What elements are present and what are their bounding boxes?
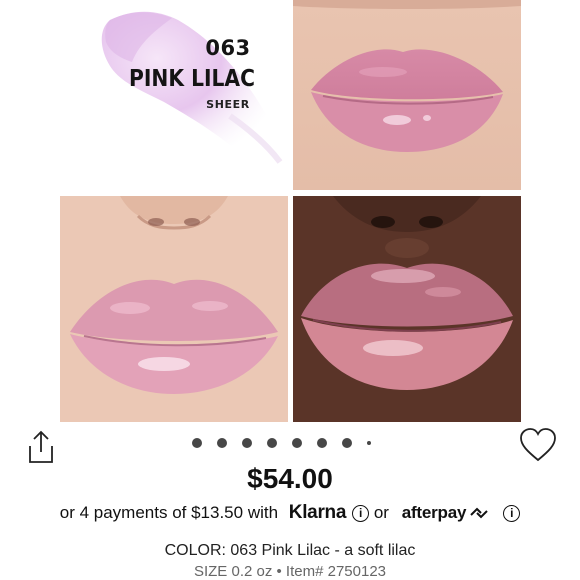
klarna-info-icon[interactable]: i (352, 504, 370, 522)
carousel-dot[interactable] (192, 438, 202, 448)
size-item-number: SIZE 0.2 oz • Item# 2750123 (193, 563, 387, 580)
shade-code: 063 (205, 36, 251, 60)
shade-swatch-panel: 063 PINK LILAC SHEER (58, 0, 291, 190)
image-carousel-dots[interactable] (192, 437, 371, 449)
price: $54.00 (247, 463, 333, 494)
carousel-dot[interactable] (317, 438, 327, 448)
share-button[interactable] (26, 430, 56, 464)
afterpay-arrows-icon (470, 507, 488, 519)
installment-prefix: or 4 payments of (59, 503, 192, 522)
heart-icon (520, 428, 556, 462)
lip-photo-3 (293, 196, 521, 422)
klarna-logo[interactable]: Klarna (289, 502, 347, 524)
afterpay-logo[interactable]: afterpay (402, 503, 467, 523)
installment-or: or (369, 503, 394, 522)
carousel-dot[interactable] (367, 441, 371, 445)
afterpay-info-icon[interactable]: i (503, 504, 521, 522)
carousel-dot[interactable] (267, 438, 277, 448)
shade-finish: SHEER (206, 98, 250, 111)
lip-photo-2 (60, 196, 288, 422)
installment-amount: $13.50 (191, 503, 244, 522)
favorite-button[interactable] (519, 427, 557, 463)
share-icon (29, 430, 53, 463)
shade-name: PINK LILAC (129, 66, 255, 92)
lip-photo-1 (293, 0, 521, 190)
installment-options: or 4 payments of $13.50 with Klarna i or… (0, 501, 580, 525)
installment-with: with (243, 503, 283, 522)
carousel-dot[interactable] (342, 438, 352, 448)
color-description: COLOR: 063 Pink Lilac - a soft lilac (164, 542, 416, 559)
carousel-dot[interactable] (292, 438, 302, 448)
carousel-dot[interactable] (242, 438, 252, 448)
carousel-dot[interactable] (217, 438, 227, 448)
